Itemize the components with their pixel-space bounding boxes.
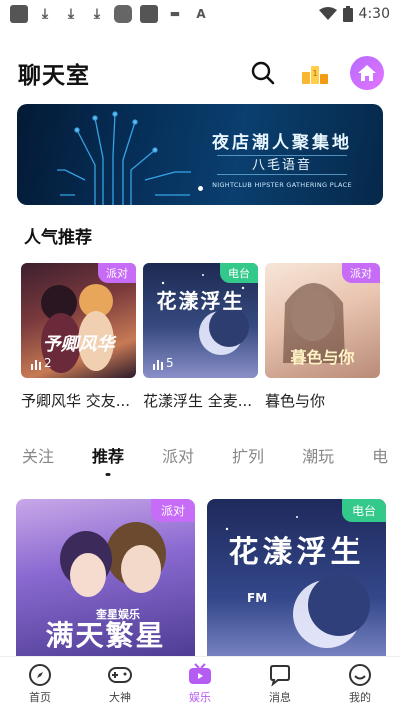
room-name: 予卿风华 交友...	[21, 392, 131, 410]
ranking-button[interactable]: 1	[298, 56, 332, 90]
header: 聊天室 1	[18, 48, 384, 98]
room-cover: 暮色与你 派对	[265, 263, 380, 378]
app-notification-icon	[140, 5, 158, 23]
nav-label: 大神	[109, 691, 131, 704]
cover-art-text: 予卿风华	[42, 334, 115, 355]
nav-label: 我的	[349, 691, 371, 704]
status-bar: ⤓ ⤓ ⤓ ▬ A 4:30	[0, 0, 400, 28]
moon-night-art	[225, 516, 370, 648]
download-icon: ⤓	[41, 6, 49, 22]
room-name: 花漾浮生 全麦...	[143, 392, 253, 410]
promo-banner[interactable]: 夜店潮人聚集地 八毛语音 NIGHTCLUB HIPSTER GATHERING…	[17, 104, 383, 205]
nav-label: 首页	[29, 691, 51, 704]
chat-icon	[270, 665, 290, 687]
popular-list: 予卿风华 派对 2 予卿风华 交友... 花漾浮生 电台 5 花漾浮生 全麦..…	[21, 263, 380, 411]
nav-label: 娱乐	[189, 691, 211, 704]
cover-art-text: 满天繁星	[45, 619, 166, 652]
section-title: 人气推荐	[24, 228, 92, 248]
online-count: 2	[31, 356, 52, 370]
tab-trendy[interactable]: 潮玩	[302, 442, 334, 472]
podium-icon: 1	[302, 66, 328, 84]
notification-icon	[10, 5, 28, 23]
tv-icon	[189, 663, 211, 684]
nav-profile[interactable]: 我的	[320, 657, 400, 711]
popular-room-card[interactable]: 暮色与你 派对 暮色与你	[265, 263, 380, 411]
room-grid: 派对 奎星娱乐 满天繁星 电台 花漾浮生 FM	[16, 499, 386, 664]
storage-icon: ▬	[169, 7, 181, 20]
download-icon: ⤓	[93, 6, 101, 22]
nav-master[interactable]: 大神	[80, 657, 160, 711]
room-name: 暮色与你	[265, 392, 326, 410]
pagination-dot	[197, 186, 203, 191]
compass-icon	[29, 664, 51, 686]
banner-title: 夜店潮人聚集地	[212, 133, 352, 153]
room-tag: 派对	[98, 263, 136, 283]
room-tag: 派对	[150, 499, 195, 522]
tab-follow[interactable]: 关注	[22, 442, 54, 472]
banner-pagination	[17, 186, 383, 191]
nav-label: 消息	[269, 691, 291, 704]
room-tag: 电台	[341, 499, 386, 522]
nav-messages[interactable]: 消息	[240, 657, 320, 711]
home-button[interactable]	[350, 56, 384, 90]
chat-room-screen: ⤓ ⤓ ⤓ ▬ A 4:30 聊天室 1 夜店潮人聚集地 八毛语音 NIGHTC…	[0, 0, 400, 711]
nav-home[interactable]: 首页	[0, 657, 80, 711]
font-icon: A	[196, 7, 206, 21]
room-card[interactable]: 派对 奎星娱乐 满天繁星	[16, 499, 195, 664]
tab-radio[interactable]: 电	[372, 442, 388, 472]
online-count: 5	[153, 356, 174, 370]
status-time: 4:30	[358, 6, 390, 22]
popular-room-card[interactable]: 花漾浮生 电台 5 花漾浮生 全麦...	[143, 263, 258, 411]
room-cover: 花漾浮生 电台 5	[143, 263, 258, 378]
cover-art-sub: FM	[247, 591, 268, 605]
search-icon	[251, 61, 275, 85]
battery-icon	[342, 6, 353, 22]
cover-art-text: 花漾浮生	[156, 289, 245, 313]
page-title: 聊天室	[18, 63, 90, 89]
popular-room-card[interactable]: 予卿风华 派对 2 予卿风华 交友...	[21, 263, 136, 411]
tab-party[interactable]: 派对	[162, 442, 194, 472]
tab-make-friends[interactable]: 扩列	[232, 442, 264, 472]
bottom-nav: 首页 大神 娱乐 消息 我的	[0, 656, 400, 711]
home-icon	[358, 65, 376, 81]
sound-bars-icon	[31, 360, 41, 370]
room-tag: 派对	[342, 263, 380, 283]
tab-recommend[interactable]: 推荐	[92, 442, 124, 472]
smiley-icon	[349, 664, 371, 686]
nav-entertainment[interactable]: 娱乐	[160, 657, 240, 711]
room-cover: 予卿风华 派对 2	[21, 263, 136, 378]
cover-art-text: 暮色与你	[290, 348, 355, 367]
gamepad-icon	[108, 667, 132, 683]
cover-art-text: 花漾浮生	[228, 535, 365, 570]
category-tabs: 关注 推荐 派对 扩列 潮玩 电	[22, 442, 400, 482]
download-icon: ⤓	[67, 6, 75, 22]
search-button[interactable]	[246, 56, 280, 90]
app-notification-icon	[114, 5, 132, 23]
room-tag: 电台	[220, 263, 258, 283]
wifi-icon	[318, 7, 337, 20]
room-card[interactable]: 电台 花漾浮生 FM	[207, 499, 386, 664]
sound-bars-icon	[153, 360, 163, 370]
banner-subtitle: 八毛语音	[217, 155, 347, 175]
svg-text:1: 1	[312, 69, 317, 78]
